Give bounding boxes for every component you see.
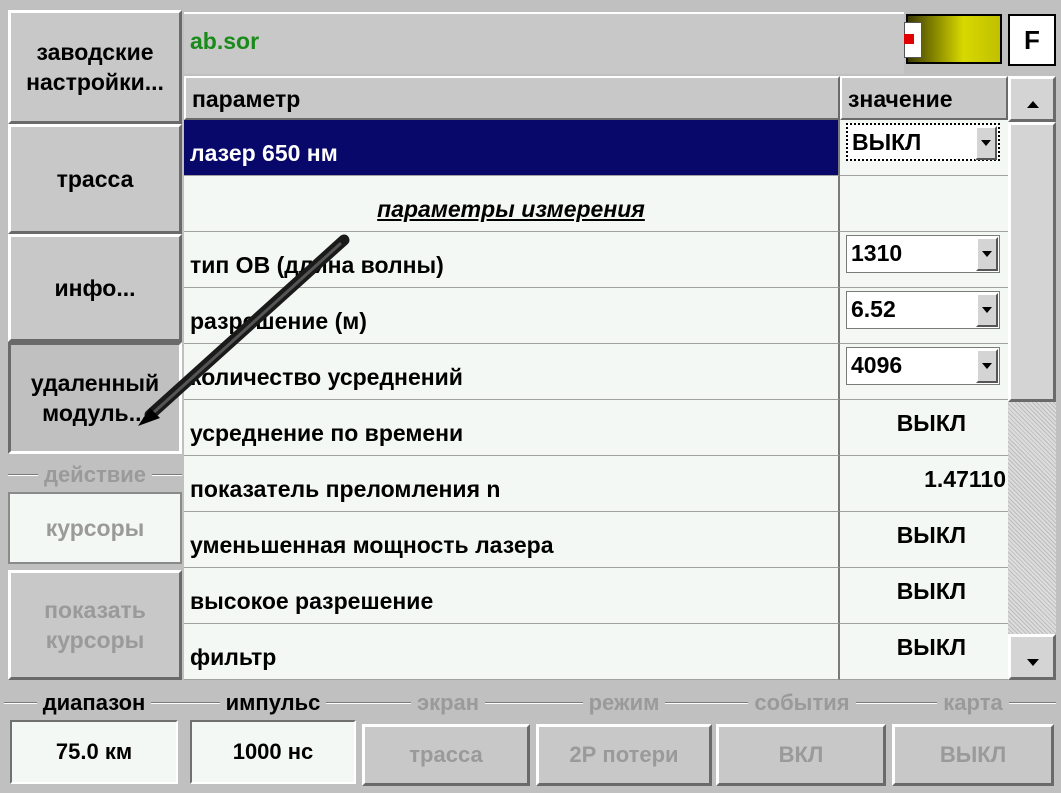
info-button[interactable]: инфо... [8, 234, 182, 342]
scroll-down-button[interactable] [1008, 634, 1056, 680]
param-value: ВЫКЛ [896, 634, 966, 660]
map-button[interactable]: ВЫКЛ [892, 724, 1054, 786]
param-name: фильтр [184, 624, 840, 680]
column-header-parameter: параметр [184, 76, 840, 120]
file-header: ab.sor [184, 12, 904, 74]
factory-settings-button[interactable]: заводские настройки... [8, 10, 182, 124]
param-value: ВЫКЛ [896, 578, 966, 604]
f-button[interactable]: F [1008, 14, 1056, 66]
mode-group-label: режим [534, 690, 714, 716]
param-name: усреднение по времени [184, 400, 840, 456]
param-name: уменьшенная мощность лазера [184, 512, 840, 568]
resolution-select[interactable]: 6.52 [846, 291, 1000, 329]
table-row[interactable]: высокое разрешение ВЫКЛ [184, 568, 1008, 624]
arrow-down-icon [1027, 659, 1039, 666]
table-row[interactable]: уменьшенная мощность лазера ВЫКЛ [184, 512, 1008, 568]
mode-button[interactable]: 2Р потери [536, 724, 712, 786]
param-name: лазер 650 нм [184, 120, 840, 176]
chevron-down-icon[interactable] [976, 237, 998, 271]
screen-button[interactable]: трасса [362, 724, 530, 786]
param-name: показатель преломления n [184, 456, 840, 512]
action-group-label: действие [8, 462, 182, 488]
remote-module-button[interactable]: удаленный модуль... [8, 342, 182, 454]
arrow-up-icon [1027, 101, 1039, 108]
chevron-down-icon[interactable] [975, 126, 997, 160]
battery-indicator [904, 14, 1002, 64]
section-title: параметры измерения [377, 196, 645, 222]
table-row[interactable]: усреднение по времени ВЫКЛ [184, 400, 1008, 456]
section-row: параметры измерения [184, 176, 1008, 232]
param-name: высокое разрешение [184, 568, 840, 624]
range-group-label: диапазон [4, 690, 185, 716]
table-row[interactable]: разрешение (м) 6.52 [184, 288, 1008, 344]
events-button[interactable]: ВКЛ [716, 724, 886, 786]
param-value: ВЫКЛ [896, 522, 966, 548]
filename-label: ab.sor [190, 28, 260, 54]
table-row[interactable]: лазер 650 нм ВЫКЛ [184, 120, 1008, 176]
param-value: 1.47110 [924, 466, 1006, 492]
table-row[interactable]: количество усреднений 4096 [184, 344, 1008, 400]
map-group-label: карта [890, 690, 1056, 716]
param-value: ВЫКЛ [896, 410, 966, 436]
chevron-down-icon[interactable] [976, 293, 998, 327]
param-name: разрешение (м) [184, 288, 840, 344]
trace-button[interactable]: трасса [8, 124, 182, 234]
events-group-label: события [714, 690, 890, 716]
param-name: количество усреднений [184, 344, 840, 400]
range-button[interactable]: 75.0 км [10, 720, 178, 784]
averages-select[interactable]: 4096 [846, 347, 1000, 385]
table-row[interactable]: тип ОВ (длина волны) 1310 [184, 232, 1008, 288]
cursors-button[interactable]: курсоры [8, 492, 182, 564]
table-row[interactable]: показатель преломления n 1.47110 [184, 456, 1008, 512]
pulse-group-label: импульс [184, 690, 362, 716]
scrollbar-thumb[interactable] [1008, 122, 1056, 402]
column-header-value: значение [840, 76, 1008, 120]
pulse-button[interactable]: 1000 нс [190, 720, 356, 784]
laser-650-select[interactable]: ВЫКЛ [846, 123, 1000, 161]
screen-group-label: экран [362, 690, 534, 716]
table-row[interactable]: фильтр ВЫКЛ [184, 624, 1008, 680]
scroll-up-button[interactable] [1008, 76, 1056, 122]
show-cursors-button[interactable]: показать курсоры [8, 570, 182, 680]
param-name: тип ОВ (длина волны) [184, 232, 840, 288]
chevron-down-icon[interactable] [976, 349, 998, 383]
fiber-type-select[interactable]: 1310 [846, 235, 1000, 273]
